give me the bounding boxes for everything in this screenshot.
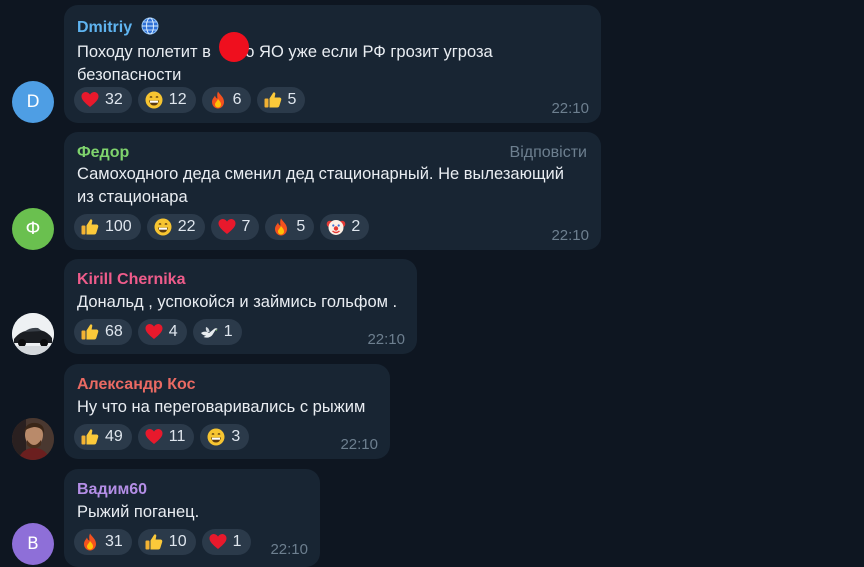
- clown-icon: [326, 217, 346, 237]
- reaction-fire[interactable]: 5: [265, 214, 315, 240]
- reaction-dove[interactable]: 1: [192, 319, 242, 345]
- heart-icon: [144, 427, 164, 447]
- message-time: 22:10: [367, 331, 405, 348]
- reaction-grin[interactable]: 22: [146, 214, 205, 240]
- thumbs-up-icon: [80, 322, 100, 342]
- thumbs-up-icon: [144, 532, 164, 552]
- message-time: 22:10: [340, 436, 378, 453]
- reaction-heart[interactable]: 1: [201, 529, 251, 555]
- heart-icon: [144, 322, 164, 342]
- avatar[interactable]: D: [12, 81, 54, 123]
- heart-icon: [80, 90, 100, 110]
- reaction-heart[interactable]: 7: [210, 214, 260, 240]
- dove-icon: [199, 322, 219, 342]
- message-time: 22:10: [270, 541, 308, 558]
- fire-icon: [80, 532, 100, 552]
- message-text: Ну что на переговаривались с рыжим: [77, 398, 366, 416]
- reaction-thumbs-up[interactable]: 100: [74, 214, 141, 240]
- sender-name[interactable]: Вадим60: [77, 481, 147, 499]
- avatar-letter: D: [26, 92, 40, 112]
- reaction-grin[interactable]: 12: [137, 87, 196, 113]
- reaction-thumbs-up[interactable]: 49: [74, 424, 132, 450]
- message-text: Самоходного деда сменил дед стационарный…: [77, 165, 564, 206]
- person-photo-icon: [12, 418, 54, 460]
- reaction-heart[interactable]: 4: [137, 319, 187, 345]
- thumbs-up-icon: [80, 217, 100, 237]
- avatar[interactable]: [12, 418, 54, 460]
- sender-name[interactable]: Александр Кос: [77, 376, 195, 394]
- sender-name[interactable]: Dmitriy: [77, 17, 159, 40]
- grin-icon: [153, 217, 173, 237]
- message-bubble[interactable]: Федор Відповісти Самоходного деда сменил…: [64, 132, 601, 250]
- grin-icon: [206, 427, 226, 447]
- reactions-bar: 100 22 7 5 2: [74, 214, 370, 240]
- message-bubble[interactable]: Dmitriy Походу полетит в ло ЯО уже если …: [64, 5, 601, 123]
- reaction-clown[interactable]: 2: [320, 214, 370, 240]
- globe-icon: [141, 17, 159, 40]
- avatar-letter: Ф: [25, 219, 41, 239]
- reply-button[interactable]: Відповісти: [510, 144, 587, 162]
- heart-icon: [217, 217, 237, 237]
- fire-icon: [271, 217, 291, 237]
- avatar[interactable]: Ф: [12, 208, 54, 250]
- reactions-bar: 68 4 1: [74, 319, 242, 345]
- reaction-thumbs-up[interactable]: 68: [74, 319, 132, 345]
- message-bubble[interactable]: Kirill Chernika Дональд , успокойся и за…: [64, 259, 417, 354]
- reaction-thumbs-up[interactable]: 10: [137, 529, 196, 555]
- reaction-heart[interactable]: 32: [74, 87, 132, 113]
- sender-name[interactable]: Kirill Chernika: [77, 271, 185, 289]
- message-bubble[interactable]: Александр Кос Ну что на переговаривались…: [64, 364, 390, 459]
- car-photo-icon: [12, 313, 54, 355]
- thumbs-up-icon: [80, 427, 100, 447]
- reaction-fire[interactable]: 31: [74, 529, 132, 555]
- reaction-grin[interactable]: 3: [200, 424, 250, 450]
- message-text: Рыжий поганец.: [77, 503, 200, 521]
- avatar-letter: В: [27, 534, 39, 554]
- reactions-bar: 31 10 1: [74, 529, 251, 555]
- reaction-thumbs-up[interactable]: 5: [256, 87, 306, 113]
- fire-icon: [208, 90, 228, 110]
- reactions-bar: 49 11 3: [74, 424, 250, 450]
- message-text: Походу полетит в ло ЯО уже если РФ грози…: [77, 43, 493, 84]
- message-time: 22:10: [551, 227, 589, 244]
- heart-icon: [208, 532, 228, 552]
- message-time: 22:10: [551, 100, 589, 117]
- message-text: Дональд , успокойся и займись гольфом .: [77, 293, 398, 311]
- reaction-fire[interactable]: 6: [201, 87, 251, 113]
- redaction-mark: [219, 32, 249, 62]
- message-bubble[interactable]: Вадим60 Рыжий поганец. 31 10 1 22:10: [64, 469, 320, 567]
- grin-icon: [144, 90, 164, 110]
- avatar[interactable]: [12, 313, 54, 355]
- reaction-heart[interactable]: 11: [137, 424, 195, 450]
- avatar[interactable]: В: [12, 523, 54, 565]
- reactions-bar: 32 12 6 5: [74, 87, 306, 113]
- thumbs-up-icon: [263, 90, 283, 110]
- sender-name[interactable]: Федор: [77, 144, 129, 162]
